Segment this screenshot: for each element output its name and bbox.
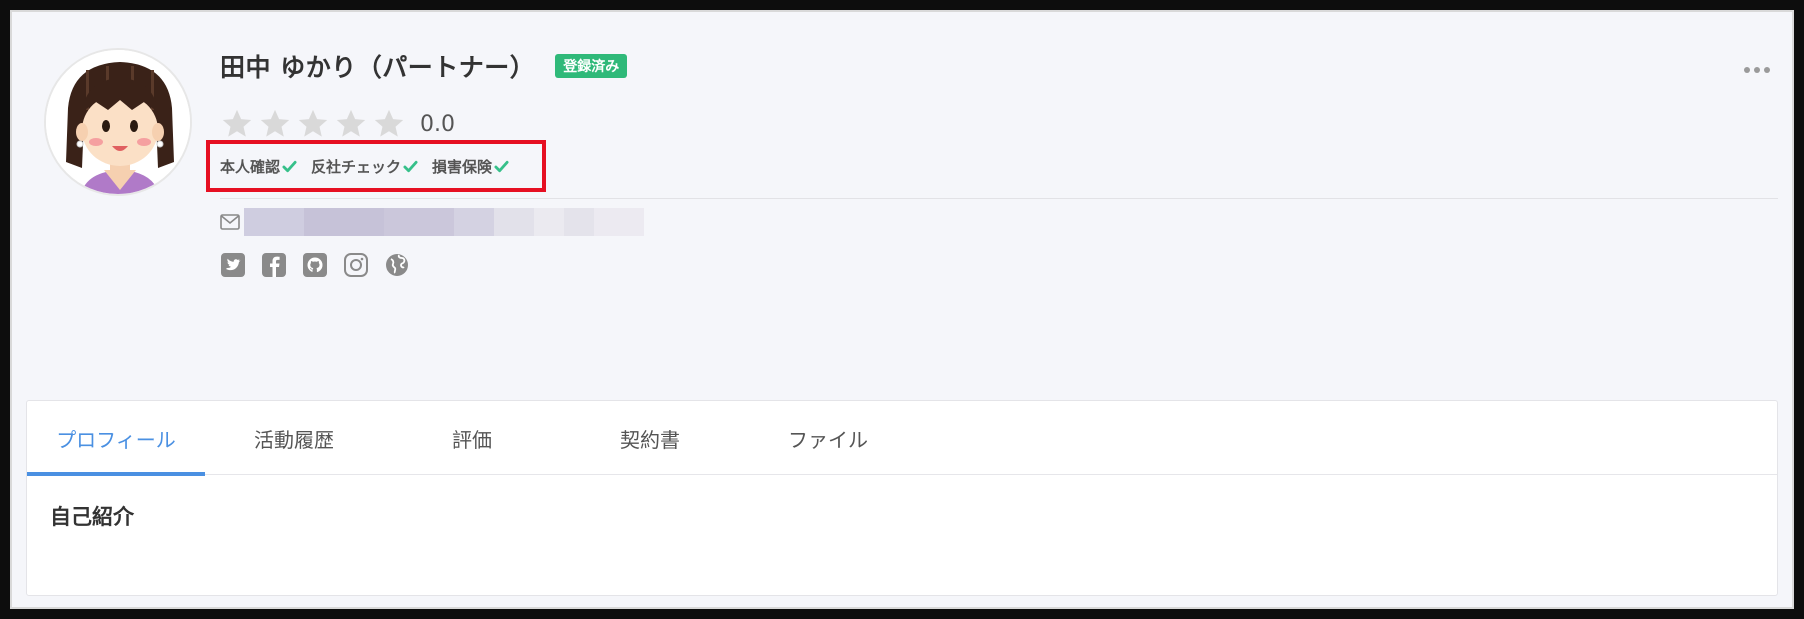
twitter-icon[interactable] xyxy=(220,252,246,278)
globe-icon[interactable] xyxy=(384,252,410,278)
tab-files[interactable]: ファイル xyxy=(739,401,917,475)
facebook-icon[interactable] xyxy=(261,252,287,278)
profile-page: 田中 ゆかり（パートナー） 登録済み 0.0 本人確認 反社チェック 損害保険 xyxy=(10,10,1794,609)
user-name: 田中 ゆかり（パートナー） xyxy=(220,53,536,82)
tab-profile[interactable]: プロフィール xyxy=(27,401,205,476)
section-title: 自己紹介 xyxy=(50,505,134,529)
mail-icon xyxy=(220,214,240,230)
rating-row: 0.0 xyxy=(220,106,455,142)
star-icon xyxy=(222,109,252,137)
tab-reviews[interactable]: 評価 xyxy=(383,401,561,475)
rating-value: 0.0 xyxy=(420,111,455,137)
verification-label: 本人確認 xyxy=(220,157,281,176)
tab-contracts[interactable]: 契約書 xyxy=(561,401,739,475)
tab-activity-history[interactable]: 活動履歴 xyxy=(205,401,383,475)
star-icon xyxy=(260,109,290,137)
check-icon xyxy=(494,160,509,172)
star-icon xyxy=(298,109,328,137)
divider xyxy=(220,198,1778,199)
social-links xyxy=(220,250,425,280)
profile-card: プロフィール 活動履歴 評価 契約書 ファイル 自己紹介 xyxy=(26,400,1778,596)
github-icon[interactable] xyxy=(302,252,328,278)
instagram-icon[interactable] xyxy=(343,252,369,278)
star-icon xyxy=(336,109,366,137)
email-row xyxy=(220,208,644,236)
status-badge: 登録済み xyxy=(555,54,628,78)
more-options-icon[interactable] xyxy=(1744,66,1770,74)
check-icon xyxy=(403,160,418,172)
verification-identity: 本人確認 xyxy=(220,156,297,177)
verification-list: 本人確認 反社チェック 損害保険 xyxy=(206,140,546,192)
star-icon xyxy=(374,109,404,137)
verification-insurance: 損害保険 xyxy=(432,156,509,177)
email-redacted xyxy=(244,208,644,236)
verification-label: 反社チェック xyxy=(311,157,402,176)
check-icon xyxy=(282,160,297,172)
verification-label: 損害保険 xyxy=(432,157,493,176)
verification-antisocial-check: 反社チェック xyxy=(311,156,418,177)
name-row: 田中 ゆかり（パートナー） 登録済み xyxy=(220,48,628,84)
tab-bar: プロフィール 活動履歴 評価 契約書 ファイル xyxy=(27,401,1777,476)
avatar xyxy=(44,48,192,196)
